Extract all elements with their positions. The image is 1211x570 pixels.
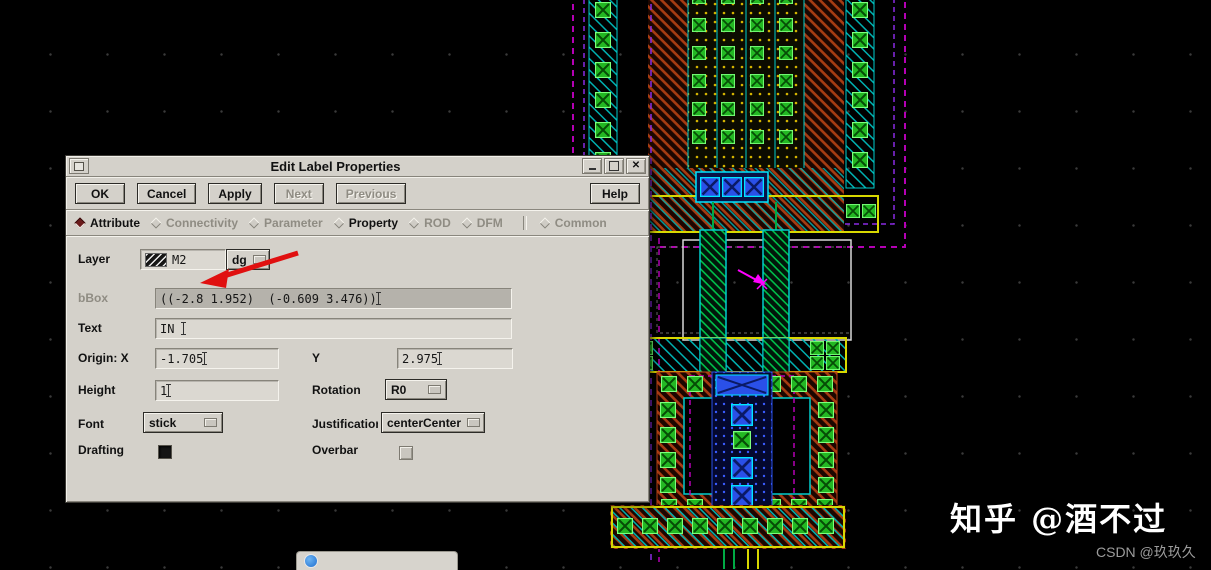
font-dropdown[interactable]: stick (143, 412, 223, 433)
tab-parameter[interactable]: Parameter (248, 216, 323, 230)
tab-connectivity[interactable]: Connectivity (150, 216, 239, 230)
origin-y-input[interactable]: 2.975 (397, 348, 513, 369)
dialog-form: Layer M2 dg bBox ((-2.8 1.952) (-0.609 3… (66, 237, 649, 497)
font-value: stick (149, 415, 177, 430)
edit-label-properties-dialog: Edit Label Properties ✕ OK Cancel Apply … (65, 155, 650, 503)
tab-separator (522, 216, 527, 230)
tab-label: DFM (476, 216, 503, 230)
layer-label: Layer (78, 252, 111, 266)
ok-button[interactable]: OK (75, 183, 125, 204)
tab-label: ROD (424, 216, 451, 230)
dialog-action-row: OK Cancel Apply Next Previous Help (66, 177, 649, 209)
font-label: Font (78, 417, 104, 431)
cancel-button[interactable]: Cancel (137, 183, 197, 204)
dialog-title: Edit Label Properties (270, 158, 401, 174)
dropdown-indicator-icon (428, 385, 441, 394)
bbox-label: bBox (78, 291, 108, 305)
tab-label: Attribute (90, 216, 140, 230)
radio-diamond-icon (333, 217, 345, 229)
justification-dropdown[interactable]: centerCenter (381, 412, 485, 433)
justification-label: Justification (312, 417, 378, 431)
close-icon: ✕ (631, 160, 641, 171)
origin-y-value: 2.975 (402, 351, 439, 366)
text-value: IN (160, 321, 182, 336)
justification-value: centerCenter (387, 415, 462, 430)
radio-diamond-icon (150, 217, 162, 229)
radio-diamond-icon (539, 217, 551, 229)
overbar-checkbox[interactable] (399, 446, 413, 460)
text-input[interactable]: IN (155, 318, 512, 339)
text-label: Text (78, 321, 102, 335)
taskbar-item[interactable] (296, 551, 458, 570)
overbar-label: Overbar (312, 443, 359, 457)
dialog-titlebar[interactable]: Edit Label Properties ✕ (66, 156, 649, 177)
layer-swatch-icon (145, 252, 167, 267)
minimize-icon (588, 168, 596, 170)
drafting-label: Drafting (78, 443, 124, 457)
rotation-dropdown[interactable]: R0 (385, 379, 447, 400)
drafting-checkbox[interactable] (158, 445, 172, 459)
text-caret (437, 352, 443, 365)
rotation-label: Rotation (312, 383, 361, 397)
origin-x-input[interactable]: -1.705 (155, 348, 279, 369)
dropdown-indicator-icon (204, 418, 217, 427)
radio-diamond-icon (461, 217, 473, 229)
previous-button[interactable]: Previous (335, 183, 407, 204)
origin-x-value: -1.705 (160, 351, 204, 366)
text-caret (180, 322, 186, 335)
tab-label: Common (554, 216, 607, 230)
tab-rod[interactable]: ROD (408, 216, 451, 230)
rotation-value: R0 (391, 382, 407, 397)
tab-label: Property (348, 216, 399, 230)
window-menu-button[interactable] (69, 158, 89, 174)
tab-property[interactable]: Property (333, 216, 399, 230)
maximize-icon (609, 161, 619, 171)
watermark-primary: 知乎 @酒不过 (950, 500, 1168, 538)
tab-label: Connectivity (166, 216, 239, 230)
maximize-button[interactable] (604, 158, 624, 174)
height-label: Height (78, 383, 116, 397)
window-menu-icon (74, 161, 84, 171)
radio-diamond-icon (248, 217, 260, 229)
origin-y-label: Y (312, 351, 321, 365)
next-button[interactable]: Next (273, 183, 324, 204)
tab-label: Parameter (264, 216, 323, 230)
close-button[interactable]: ✕ (626, 158, 646, 174)
radio-diamond-icon (74, 217, 86, 229)
tab-dfm[interactable]: DFM (461, 216, 503, 230)
dialog-tab-row: Attribute Connectivity Parameter Propert… (66, 211, 649, 235)
app-icon (304, 554, 318, 568)
dropdown-indicator-icon (467, 418, 481, 427)
help-button[interactable]: Help (590, 183, 640, 204)
text-caret (166, 384, 172, 397)
apply-button[interactable]: Apply (208, 183, 262, 204)
radio-diamond-icon (408, 217, 420, 229)
height-input[interactable]: 1 (155, 380, 279, 401)
minimize-button[interactable] (582, 158, 602, 174)
annotation-arrow (200, 250, 299, 288)
tab-attribute[interactable]: Attribute (74, 216, 140, 230)
tab-common[interactable]: Common (539, 216, 607, 230)
text-caret (202, 352, 208, 365)
text-caret (375, 292, 381, 305)
watermark-secondary: CSDN @玖玖久 (1096, 544, 1196, 560)
origin-x-label: Origin: X (78, 351, 129, 365)
